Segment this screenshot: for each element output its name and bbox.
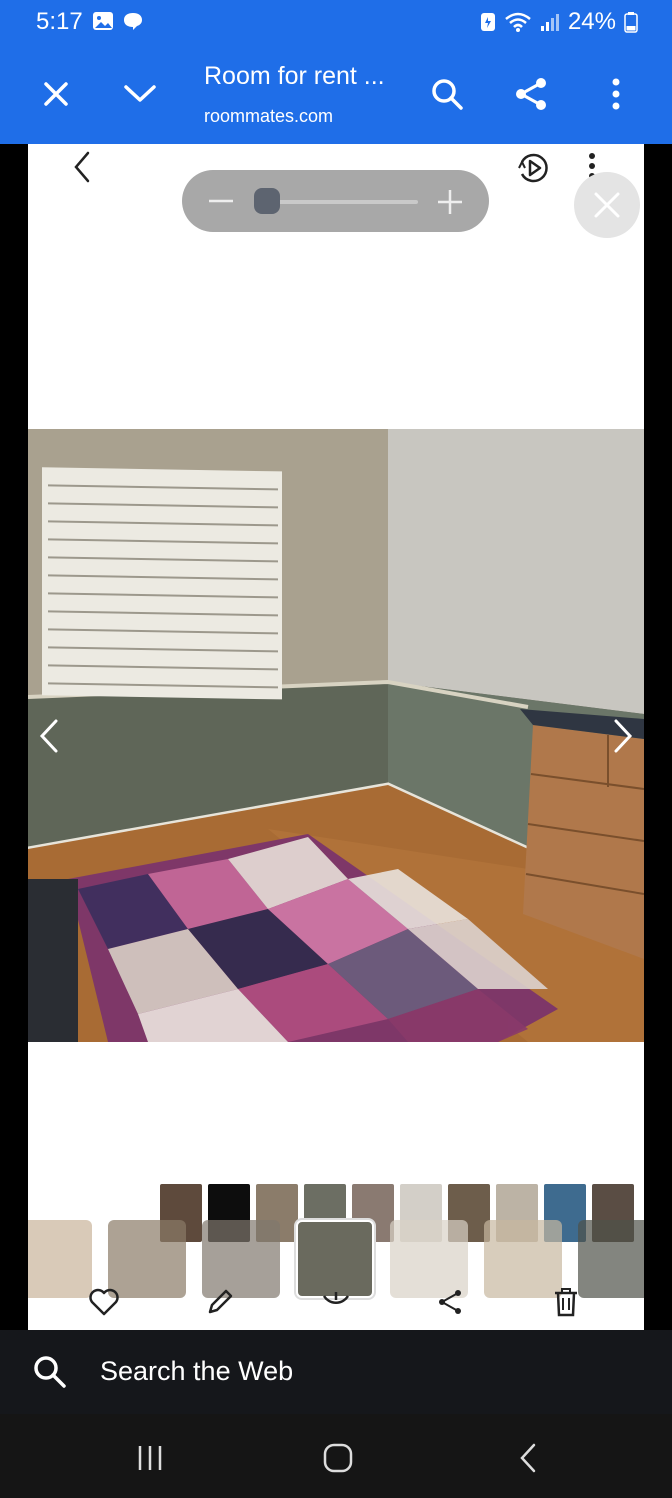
message-notification-icon (124, 13, 142, 30)
page-url: roommates.com (204, 106, 334, 126)
close-viewer-icon (594, 192, 620, 218)
image-viewer (28, 144, 644, 1330)
close-icon[interactable] (36, 74, 76, 114)
letterbox-left (0, 144, 28, 1330)
next-image-button[interactable] (608, 716, 638, 756)
battery-icon (624, 12, 638, 33)
home-icon[interactable] (316, 1436, 360, 1480)
system-navigation-bar (0, 1414, 672, 1498)
browser-app-bar: Room for rent ... roommates.com (0, 44, 672, 144)
share-icon[interactable] (511, 74, 551, 114)
search-web-bar[interactable]: Search the Web (0, 1330, 672, 1414)
gallery-notification-icon (93, 12, 113, 30)
system-status: 24% (480, 8, 638, 36)
share-image-icon[interactable] (430, 1282, 470, 1322)
search-icon[interactable] (427, 74, 467, 114)
room-photo (28, 429, 644, 1042)
search-web-label: Search the Web (100, 1356, 294, 1386)
minus-icon[interactable] (206, 190, 236, 212)
close-viewer-button[interactable] (574, 172, 640, 238)
previous-image-button[interactable] (34, 716, 64, 756)
search-web-icon (32, 1354, 68, 1390)
info-icon[interactable] (316, 1282, 356, 1322)
image-actions (28, 1282, 644, 1330)
page-title: Room for rent ... (204, 62, 385, 90)
more-vert-icon[interactable] (596, 74, 636, 114)
battery-saver-icon (480, 13, 495, 31)
wifi-icon (505, 12, 531, 32)
trash-icon[interactable] (546, 1282, 586, 1322)
recent-apps-icon[interactable] (128, 1436, 172, 1480)
motion-photo-icon[interactable] (516, 150, 552, 186)
chevron-down-icon[interactable] (120, 74, 160, 114)
battery-percent: 24% (567, 8, 616, 35)
heart-icon[interactable] (84, 1282, 124, 1322)
zoom-track[interactable] (258, 200, 418, 204)
notification-icons (92, 10, 144, 32)
zoom-slider[interactable] (182, 170, 489, 232)
back-icon[interactable] (506, 1436, 550, 1480)
pencil-icon[interactable] (200, 1282, 240, 1322)
status-bar: 5:17 24% (0, 0, 672, 44)
chevron-left-icon[interactable] (68, 150, 98, 184)
plus-icon[interactable] (436, 188, 464, 216)
status-time: 5:17 (36, 8, 83, 35)
zoom-thumb[interactable] (254, 188, 280, 214)
letterbox-right (644, 144, 672, 1330)
signal-icon (540, 14, 559, 31)
